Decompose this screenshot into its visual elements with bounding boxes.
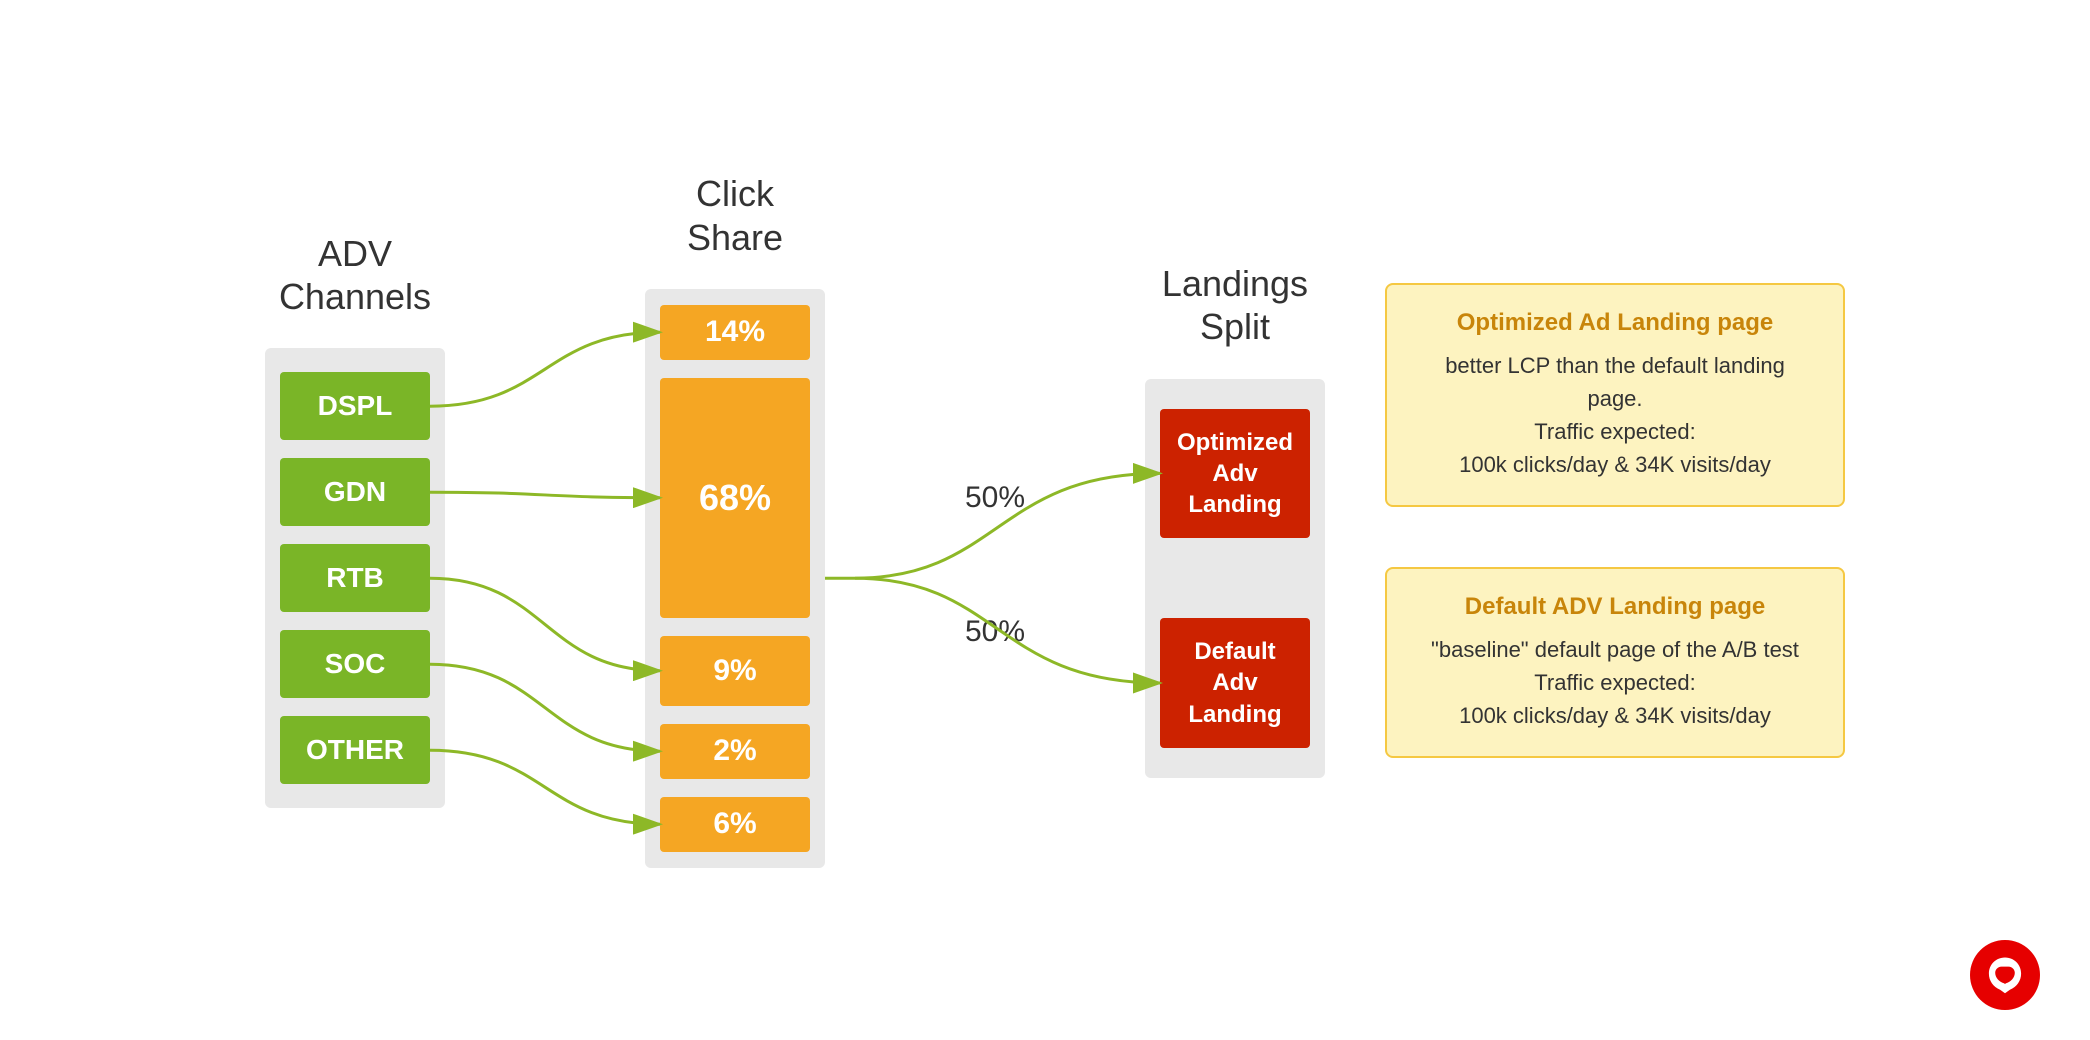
vodafone-logo — [1970, 940, 2040, 1010]
adv-channels-bg: DSPL GDN RTB SOC OTHER — [265, 348, 445, 808]
split-pct-top: 50% — [965, 481, 1025, 515]
info-card-optimized-body: better LCP than the default landing page… — [1415, 349, 1815, 481]
adv-channels-column: ADVChannels DSPL GDN RTB SOC OTHER — [245, 232, 465, 808]
diagram-container: ADVChannels DSPL GDN RTB SOC OTHER Click… — [0, 0, 2090, 1040]
click-share-header: ClickShare — [687, 172, 783, 258]
info-card-default-body: "baseline" default page of the A/B testT… — [1415, 633, 1815, 732]
info-card-optimized-title: Optimized Ad Landing page — [1415, 309, 1815, 337]
landing-default: DefaultAdvLanding — [1160, 618, 1310, 748]
info-cards-container: Optimized Ad Landing page better LCP tha… — [1385, 283, 1845, 758]
info-card-optimized: Optimized Ad Landing page better LCP tha… — [1385, 283, 1845, 507]
share-14: 14% — [660, 305, 810, 360]
click-share-bg: 14% 68% 9% 2% 6% — [645, 289, 825, 868]
channel-soc: SOC — [280, 630, 430, 698]
share-9: 9% — [660, 636, 810, 706]
landing-optimized: OptimizedAdvLanding — [1160, 409, 1310, 539]
channel-gdn: GDN — [280, 458, 430, 526]
share-6: 6% — [660, 797, 810, 852]
share-68: 68% — [660, 378, 810, 618]
landings-split-header: LandingsSplit — [1162, 262, 1308, 348]
split-pct-bottom: 50% — [965, 615, 1025, 649]
landings-split-column: LandingsSplit OptimizedAdvLanding Defaul… — [1125, 262, 1345, 778]
info-card-default: Default ADV Landing page "baseline" defa… — [1385, 567, 1845, 758]
channel-other: OTHER — [280, 716, 430, 784]
split-labels-area: 50% 50% — [895, 391, 1095, 649]
info-card-default-title: Default ADV Landing page — [1415, 593, 1815, 621]
channel-rtb: RTB — [280, 544, 430, 612]
channel-dspl: DSPL — [280, 372, 430, 440]
landings-split-bg: OptimizedAdvLanding DefaultAdvLanding — [1145, 379, 1325, 778]
share-2: 2% — [660, 724, 810, 779]
adv-channels-header: ADVChannels — [279, 232, 431, 318]
click-share-column: ClickShare 14% 68% 9% 2% 6% — [625, 172, 845, 867]
